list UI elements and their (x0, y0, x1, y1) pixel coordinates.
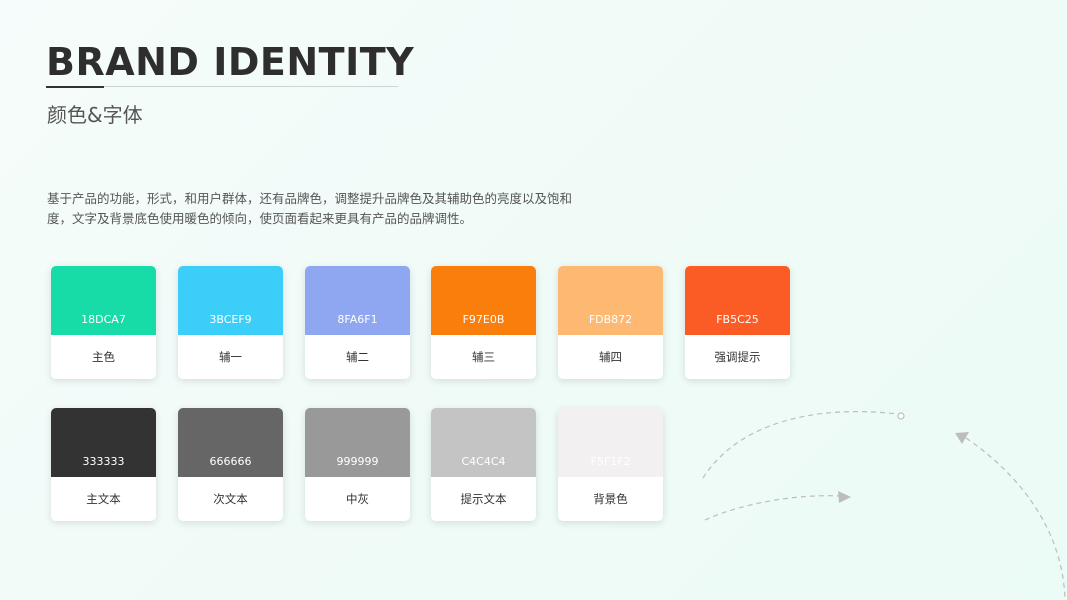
decorative-arrows (702, 410, 1066, 600)
arrow-head-icon (838, 491, 851, 503)
arc-end-dot (897, 412, 905, 420)
dashed-arc-bottom (704, 495, 841, 521)
dashed-arc-right (965, 437, 1066, 600)
dashed-arc-top (702, 410, 899, 479)
